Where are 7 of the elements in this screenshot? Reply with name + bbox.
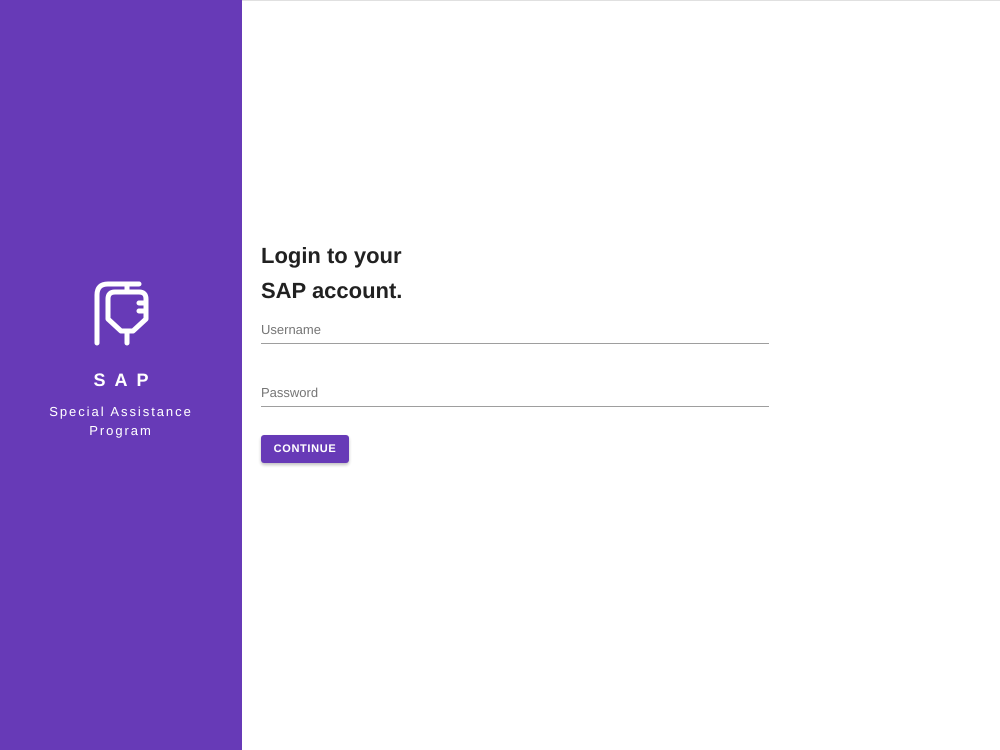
logo-title: SAP: [92, 368, 158, 392]
input-field[interactable]: Password: [261, 378, 769, 407]
iv-bag-logo-icon: [94, 280, 148, 346]
continue-button[interactable]: CONTINUE: [261, 435, 349, 463]
input-field[interactable]: Username: [261, 315, 769, 344]
logo-subtitle: Special Assistance Program: [48, 402, 194, 440]
login-heading: Login to your SAP account.: [261, 242, 402, 305]
